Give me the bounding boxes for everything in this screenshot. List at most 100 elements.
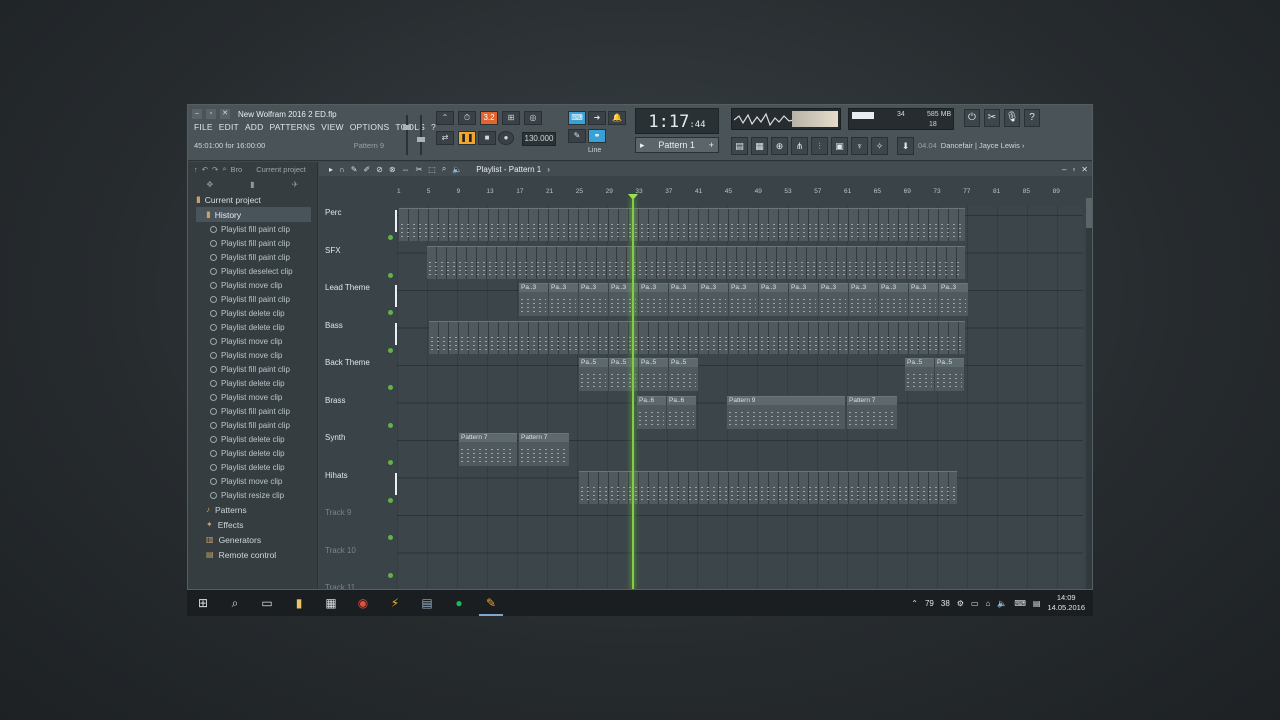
scrollbar-thumb[interactable]: [1086, 198, 1092, 228]
slip-tool-icon[interactable]: ⇔: [402, 165, 410, 174]
pattern-clip[interactable]: Pa..3: [879, 283, 908, 316]
tree-history[interactable]: ▮ History: [196, 207, 311, 222]
typing-keyboard-icon[interactable]: ⌨: [568, 111, 586, 125]
playlist-lane[interactable]: Pa..5 Pa..5 Pa..5 Pa..5 Pa..5 Pa..5: [397, 356, 1083, 393]
select-tool-icon[interactable]: ⬚: [428, 165, 436, 174]
playlist-lane[interactable]: Pa..3 Pa..3 Pa..3 Pa..3 Pa..3 Pa..3 Pa..3 Pa..3…: [397, 281, 1083, 318]
pattern-clip[interactable]: Pa..5: [935, 358, 964, 391]
pattern-clip[interactable]: Pa..3: [699, 283, 728, 316]
plus-icon[interactable]: +: [709, 140, 714, 150]
history-item[interactable]: Playlist fill paint clip: [196, 362, 317, 376]
menu-file[interactable]: FILE: [194, 122, 213, 132]
pattern-clip[interactable]: Pattern 9: [727, 395, 845, 429]
pattern-clip[interactable]: Pa..3: [909, 283, 938, 316]
browser-tree-icon[interactable]: ⋔: [791, 137, 808, 155]
chrome-icon[interactable]: ◉: [347, 590, 379, 616]
playlist-lane[interactable]: [397, 319, 1083, 356]
browser-filter-label[interactable]: Current project: [256, 165, 306, 174]
pattern-clip[interactable]: [427, 245, 965, 279]
pattern-clip[interactable]: Pattern 7: [519, 433, 569, 466]
channel-rack-icon[interactable]: ⊕: [771, 137, 788, 155]
pattern-clip[interactable]: Pa..3: [579, 283, 608, 316]
pattern-clip[interactable]: Pa..3: [669, 283, 698, 316]
play-button[interactable]: ❚❚: [458, 131, 476, 145]
pattern-clip[interactable]: Pa..3: [939, 283, 968, 316]
pattern-clip[interactable]: Pa..6: [667, 395, 696, 429]
playlist-lane[interactable]: [397, 244, 1083, 281]
history-item[interactable]: Playlist move clip: [196, 278, 317, 292]
snap-value[interactable]: Line: [588, 147, 601, 154]
track-led-icon[interactable]: [388, 535, 393, 540]
speaker-icon[interactable]: 🔈: [452, 165, 462, 174]
track-header[interactable]: Track 9: [325, 506, 395, 543]
menu-edit[interactable]: EDIT: [219, 122, 239, 132]
news-ticker[interactable]: 04.04 Dancefair | Jayce Lewis ›: [918, 141, 1024, 150]
pattern-clip[interactable]: Pa..3: [549, 283, 578, 316]
restore-icon[interactable]: ▫: [206, 109, 216, 119]
gear-icon[interactable]: ⚙: [957, 599, 964, 608]
undo-icon[interactable]: ↶: [202, 165, 208, 174]
playlist-lane[interactable]: Pattern 7 Pattern 7: [397, 431, 1083, 468]
track-header[interactable]: Perc: [325, 206, 397, 243]
folder-icon[interactable]: ▮: [250, 180, 254, 189]
playlist-lane[interactable]: [397, 544, 1083, 581]
help-icon[interactable]: ?: [1024, 109, 1040, 127]
track-led-icon[interactable]: [388, 235, 393, 240]
power-icon[interactable]: ⏻: [964, 109, 980, 127]
delete-tool-icon[interactable]: ⊘: [376, 165, 383, 174]
stop-button[interactable]: ■: [478, 131, 496, 145]
download-icon[interactable]: ⬇: [897, 137, 914, 155]
file-explorer-icon[interactable]: ▮: [283, 590, 315, 616]
history-item[interactable]: Playlist delete clip: [196, 320, 317, 334]
track-header[interactable]: Back Theme: [325, 356, 395, 393]
battery-icon[interactable]: ▭: [971, 599, 979, 608]
plugin-picker-icon[interactable]: ♆: [851, 137, 868, 155]
master-volume-track[interactable]: [406, 115, 408, 155]
history-item[interactable]: Playlist deselect clip: [196, 264, 317, 278]
tree-remote-control[interactable]: ▤ Remote control: [196, 547, 317, 562]
fl-studio-icon[interactable]: ✎: [475, 590, 507, 616]
vertical-scrollbar[interactable]: [1086, 198, 1092, 589]
pattern-song-icon[interactable]: ⇄: [436, 131, 454, 145]
brush-icon[interactable]: ✎: [568, 129, 586, 143]
tree-patterns[interactable]: ♪ Patterns: [196, 502, 317, 517]
track-led-icon[interactable]: [388, 572, 393, 578]
history-item[interactable]: Playlist fill paint clip: [196, 236, 317, 250]
tree-current-project[interactable]: ▮ Current project: [196, 192, 317, 207]
playlist-lane[interactable]: [397, 581, 1083, 589]
menu-patterns[interactable]: PATTERNS: [269, 122, 315, 132]
chevron-right-icon[interactable]: ›: [547, 165, 550, 174]
network-icon[interactable]: ⌂: [986, 599, 991, 608]
draw-tool-icon[interactable]: ✎: [351, 165, 358, 174]
tools-icon[interactable]: ✂: [984, 109, 1000, 127]
pattern-clip[interactable]: Pa..3: [789, 283, 818, 316]
bell-icon[interactable]: 🔔: [608, 111, 626, 125]
pattern-clip[interactable]: Pa..5: [639, 358, 668, 391]
app-icon[interactable]: ⚡: [379, 590, 411, 616]
pattern-clip[interactable]: Pa..6: [637, 395, 666, 429]
track-led-icon[interactable]: [388, 272, 393, 278]
master-pitch-track[interactable]: [420, 115, 422, 155]
track-header[interactable]: Track 10: [325, 544, 395, 581]
playlist-lane[interactable]: [397, 206, 1083, 243]
history-item[interactable]: Playlist fill paint clip: [196, 404, 317, 418]
history-item[interactable]: Playlist fill paint clip: [196, 222, 317, 236]
menu-options[interactable]: OPTIONS: [350, 122, 390, 132]
history-item[interactable]: Playlist delete clip: [196, 446, 317, 460]
song-position-clock[interactable]: 1:17:44: [635, 108, 719, 134]
paint-tool-icon[interactable]: ✐: [363, 165, 370, 174]
link-icon[interactable]: ⚭: [588, 129, 606, 143]
pattern-clip[interactable]: Pa..3: [729, 283, 758, 316]
arrow-up-icon[interactable]: ↑: [194, 165, 198, 174]
history-item[interactable]: Playlist delete clip: [196, 306, 317, 320]
track-header[interactable]: Track 11: [325, 581, 395, 589]
tree-effects[interactable]: ✦ Effects: [196, 517, 317, 532]
pattern-clip[interactable]: [429, 320, 965, 354]
record-button[interactable]: ●: [498, 131, 514, 145]
pattern-clip[interactable]: Pa..3: [519, 283, 548, 316]
metronome-icon[interactable]: ⌃: [436, 111, 454, 125]
chevron-up-icon[interactable]: ⌃: [911, 599, 918, 608]
pattern-clip[interactable]: Pattern 7: [847, 395, 897, 429]
pattern-selector[interactable]: ▸ Pattern 1 +: [635, 137, 719, 153]
browser-tab-label[interactable]: Bro: [231, 165, 243, 174]
